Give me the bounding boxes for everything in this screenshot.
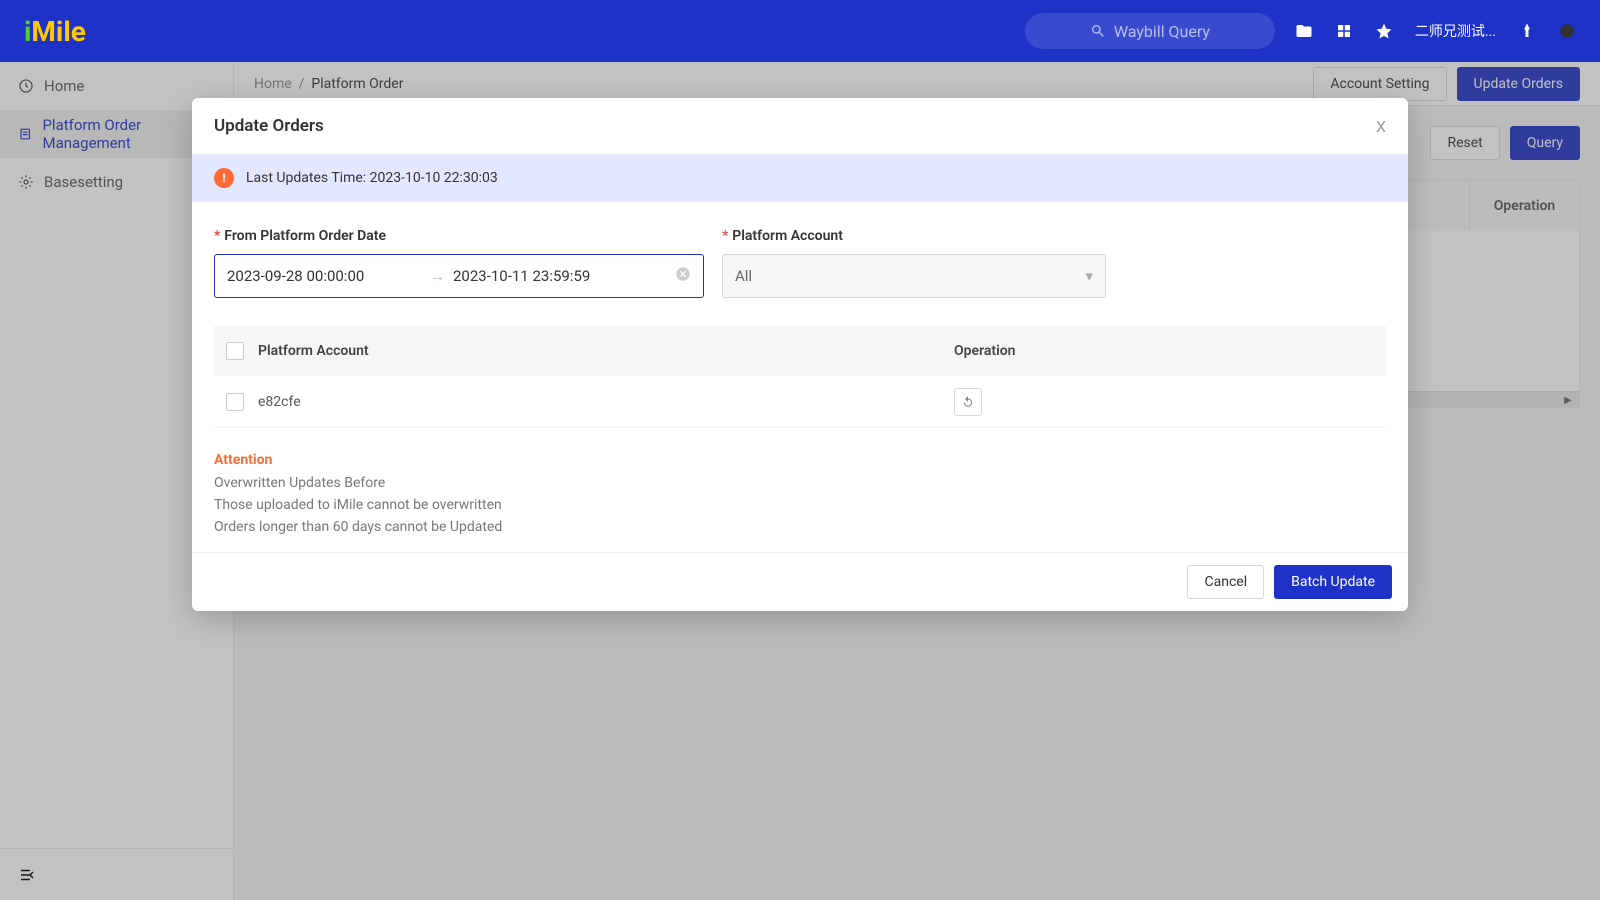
field-account: *Platform Account All ▾ (722, 228, 1106, 298)
attention-line: Overwritten Updates Before (214, 472, 1386, 494)
modal-banner: ! Last Updates Time: 2023-10-10 22:30:03 (192, 154, 1408, 202)
app-header: iMile Waybill Query 二师兄测试... (0, 0, 1600, 62)
folder-icon[interactable] (1295, 22, 1313, 40)
arrow-right-icon: → (430, 267, 445, 285)
row-checkbox[interactable] (226, 393, 244, 411)
date-range-input[interactable]: → (214, 254, 704, 298)
select-all-checkbox[interactable] (226, 342, 244, 360)
update-orders-modal: Update Orders X ! Last Updates Time: 202… (192, 98, 1408, 611)
header-icons: 二师兄测试... (1295, 21, 1576, 41)
attention-line: Those uploaded to iMile cannot be overwr… (214, 494, 1386, 516)
modal-title: Update Orders (214, 116, 324, 136)
attention-block: Attention Overwritten Updates Before Tho… (214, 452, 1386, 538)
search-icon (1090, 23, 1106, 39)
col-operation: Operation (954, 343, 1374, 359)
logo: iMile (24, 15, 86, 48)
form-row: *From Platform Order Date → *Platform Ac… (214, 228, 1386, 298)
account-select[interactable]: All ▾ (722, 254, 1106, 298)
date-start-input[interactable] (227, 267, 422, 285)
cancel-button[interactable]: Cancel (1187, 565, 1264, 599)
date-end-input[interactable] (453, 267, 648, 285)
modal-head: Update Orders X (192, 98, 1408, 154)
batch-update-button[interactable]: Batch Update (1274, 565, 1392, 599)
chevron-down-icon: ▾ (1085, 267, 1093, 285)
header-right: Waybill Query 二师兄测试... (1025, 13, 1576, 49)
account-row: e82cfe (214, 376, 1386, 428)
refresh-icon (961, 395, 975, 409)
col-account: Platform Account (258, 343, 954, 359)
search-placeholder: Waybill Query (1114, 22, 1210, 41)
account-table: Platform Account Operation e82cfe (214, 326, 1386, 428)
notification-icon[interactable] (1518, 22, 1536, 40)
user-name[interactable]: 二师兄测试... (1415, 21, 1496, 41)
attention-line: Orders longer than 60 days cannot be Upd… (214, 516, 1386, 538)
banner-text: Last Updates Time: 2023-10-10 22:30:03 (246, 170, 498, 186)
settings-icon[interactable] (1558, 22, 1576, 40)
label-account: *Platform Account (722, 228, 1106, 244)
attention-title: Attention (214, 452, 1386, 468)
select-value: All (735, 267, 752, 285)
modal-body: *From Platform Order Date → *Platform Ac… (192, 202, 1408, 552)
modal-close-button[interactable]: X (1376, 117, 1386, 136)
field-date: *From Platform Order Date → (214, 228, 704, 298)
label-date: *From Platform Order Date (214, 228, 704, 244)
row-account-name: e82cfe (258, 394, 954, 410)
waybill-search[interactable]: Waybill Query (1025, 13, 1275, 49)
account-table-head: Platform Account Operation (214, 326, 1386, 376)
row-refresh-button[interactable] (954, 388, 982, 416)
clear-icon[interactable] (675, 266, 691, 286)
warning-icon: ! (214, 168, 234, 188)
logo-part2: Mile (31, 15, 85, 48)
grid-icon[interactable] (1335, 22, 1353, 40)
modal-footer: Cancel Batch Update (192, 552, 1408, 611)
star-icon[interactable] (1375, 22, 1393, 40)
